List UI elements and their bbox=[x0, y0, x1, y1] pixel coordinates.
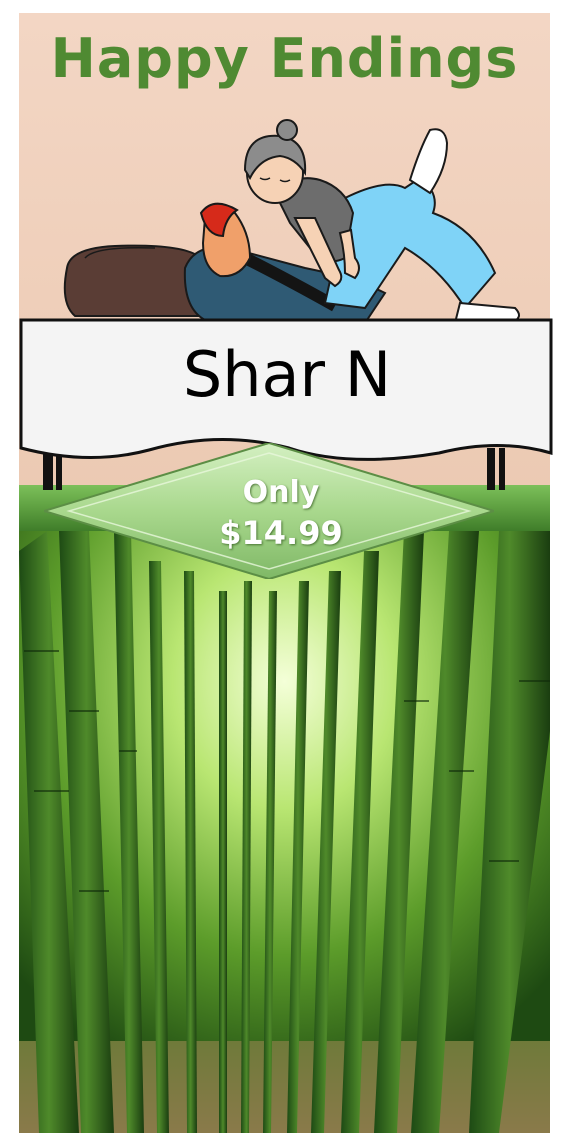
poster-title: Happy Endings bbox=[50, 27, 519, 90]
price-prefix: Only bbox=[242, 475, 320, 510]
bamboo-forest-photo bbox=[19, 531, 550, 1133]
price-diamond bbox=[44, 443, 494, 579]
massage-illustration bbox=[63, 119, 520, 325]
price-value: $14.99 bbox=[219, 514, 343, 552]
sign-text: Shar N bbox=[182, 338, 392, 411]
